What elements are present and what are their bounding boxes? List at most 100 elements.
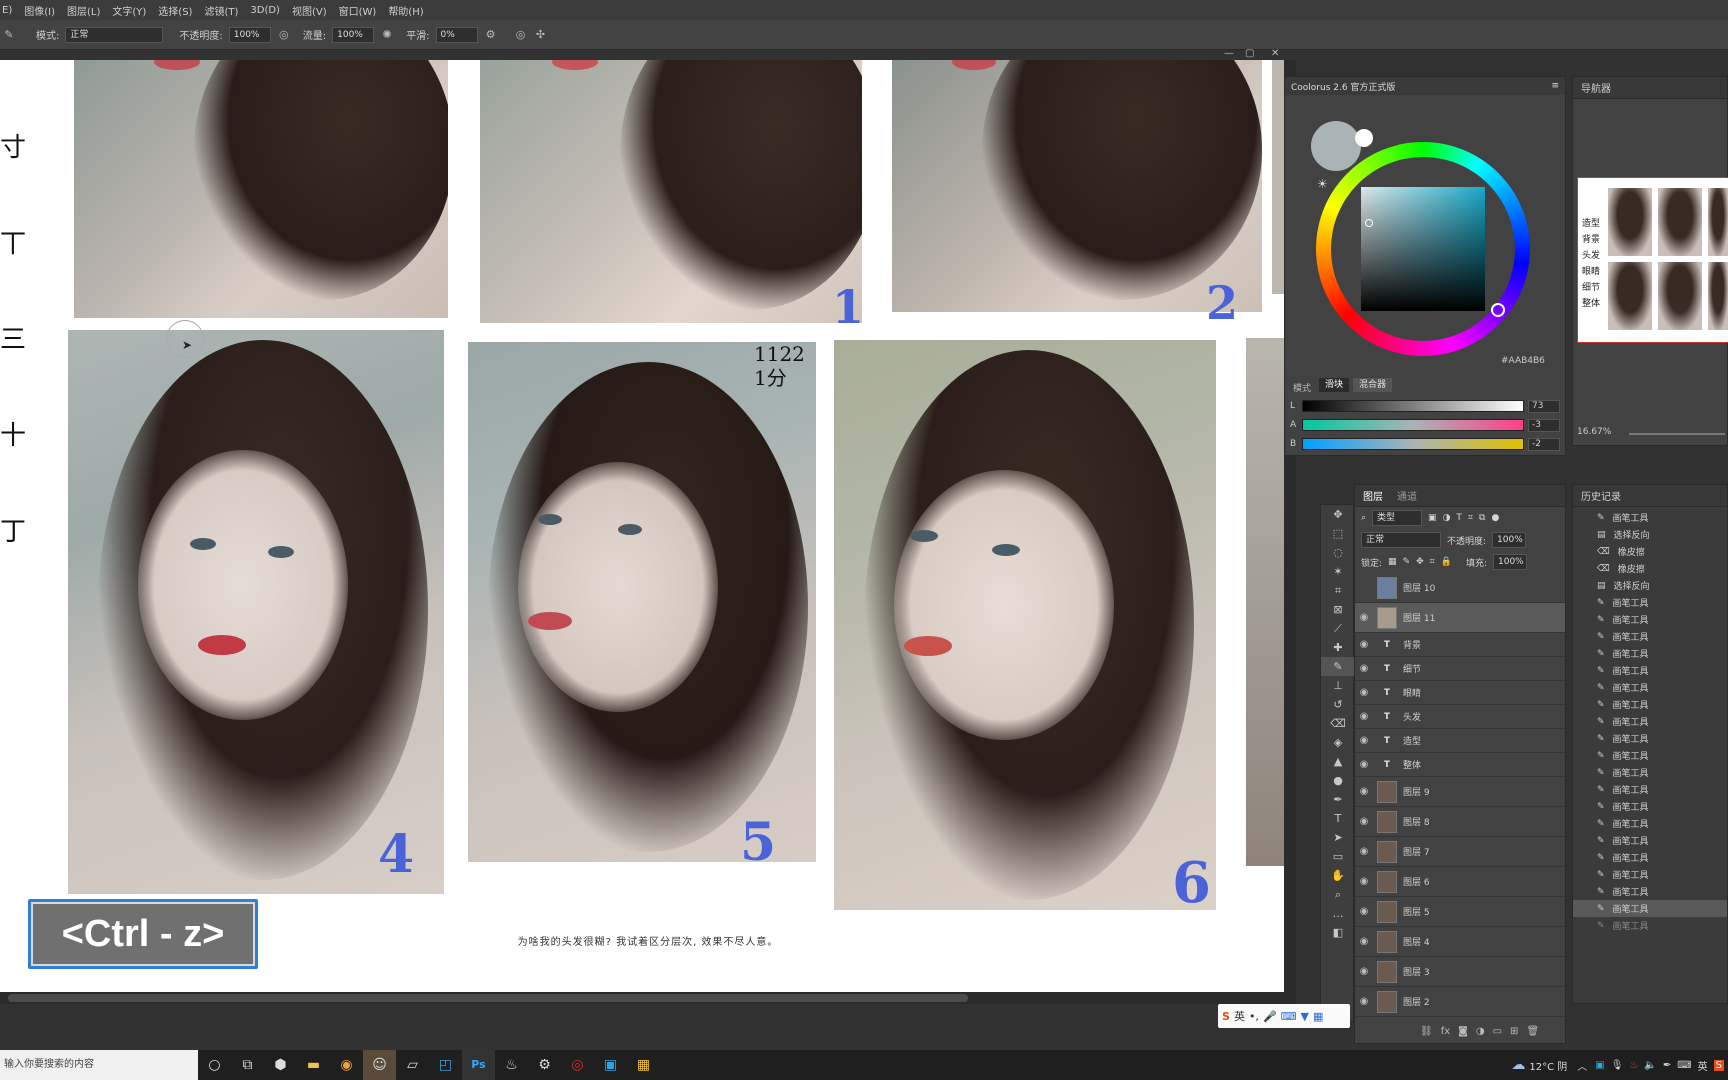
navigator-title[interactable]: 导航器 <box>1581 80 1611 95</box>
layer-row[interactable]: ◉ T 整体 <box>1355 753 1565 777</box>
video-app-icon[interactable]: ▣ <box>594 1050 627 1080</box>
ime-language[interactable]: 英 <box>1234 1008 1245 1024</box>
file-explorer-icon[interactable]: ▬ <box>297 1050 330 1080</box>
layer-row[interactable]: ◉ 图层 11 <box>1355 603 1565 633</box>
eye-icon[interactable]: ◉ <box>1355 786 1373 797</box>
weather-icon[interactable]: ☁ <box>1511 1057 1525 1073</box>
taskbar-search[interactable]: 输入你要搜索的内容 <box>0 1050 198 1080</box>
mask-icon[interactable]: ◙ <box>1458 1026 1468 1042</box>
current-color-swatch[interactable] <box>1311 121 1361 171</box>
opacity-field[interactable]: 100% <box>228 26 271 43</box>
history-title[interactable]: 历史记录 <box>1581 488 1621 503</box>
slider-b-value[interactable]: -2 <box>1528 437 1560 451</box>
trash-icon[interactable]: 🗑 <box>1526 1026 1539 1042</box>
lock-all-icon[interactable]: 🔒 <box>1441 557 1452 567</box>
sun-icon[interactable]: ☀ <box>1317 177 1328 191</box>
layer-row[interactable]: ◉ T 细节 <box>1355 657 1565 681</box>
history-item[interactable]: ✎ 画笔工具 <box>1573 509 1727 526</box>
move-tool-icon[interactable]: ✥ <box>1321 505 1355 524</box>
navigator-zoom[interactable]: 16.67% <box>1577 427 1611 437</box>
filter-toggle-icon[interactable]: ● <box>1491 513 1499 523</box>
microphone-icon[interactable]: 🎤 <box>1263 1010 1277 1023</box>
chrome-icon[interactable]: ◉ <box>330 1050 363 1080</box>
settings-icon[interactable]: ⚙ <box>528 1050 561 1080</box>
tab-layers[interactable]: 图层 <box>1363 488 1383 503</box>
ime-toolbar[interactable]: S 英 •, 🎤 ⌨ ▼ ▦ <box>1218 1004 1350 1028</box>
pen-tool-icon[interactable]: ✒ <box>1321 790 1355 809</box>
punctuation-icon[interactable]: •, <box>1249 1010 1259 1023</box>
filter-search-icon[interactable]: ⌕ <box>1361 513 1366 523</box>
slider-l-value[interactable]: 73 <box>1528 399 1560 413</box>
history-item[interactable]: ✎ 画笔工具 <box>1573 866 1727 883</box>
filter-pixel-icon[interactable]: ▣ <box>1428 513 1437 523</box>
bucket-tool-icon[interactable]: ◈ <box>1321 733 1355 752</box>
eye-icon[interactable]: ◉ <box>1355 996 1373 1007</box>
pressure-opacity-icon[interactable]: ◎ <box>277 28 291 42</box>
lock-pixels-icon[interactable]: ▦ <box>1388 557 1397 567</box>
color-picker-marker[interactable] <box>1365 219 1373 227</box>
navigator-preview[interactable]: 造型 背景 头发 眼睛 细节 整体 <box>1577 177 1728 343</box>
layer-row[interactable]: ◉ 图层 6 <box>1355 867 1565 897</box>
mode-select[interactable]: 正常 <box>65 26 164 43</box>
history-item[interactable]: ✎ 画笔工具 <box>1573 645 1727 662</box>
hue-marker[interactable] <box>1491 303 1505 317</box>
hand-tool-icon[interactable]: ✋ <box>1321 866 1355 885</box>
eye-icon[interactable]: ◉ <box>1355 639 1373 650</box>
marquee-tool-icon[interactable]: ⬚ <box>1321 524 1355 543</box>
navigator-zoom-slider[interactable] <box>1629 433 1725 435</box>
menu-item-filter[interactable]: 滤镜(T) <box>204 3 238 18</box>
menu-item-image[interactable]: 图像(I) <box>24 3 55 18</box>
stamp-tool-icon[interactable]: ⊥ <box>1321 676 1355 695</box>
frame-tool-icon[interactable]: ⊠ <box>1321 600 1355 619</box>
path-select-tool-icon[interactable]: ➤ <box>1321 828 1355 847</box>
layer-row[interactable]: 图层 10 <box>1355 573 1565 603</box>
layer-row[interactable]: ◉ 图层 8 <box>1355 807 1565 837</box>
restore-icon[interactable]: ▢ <box>1245 48 1254 59</box>
zoom-tool-icon[interactable]: ⌕ <box>1321 885 1355 904</box>
app-icon[interactable]: ▱ <box>396 1050 429 1080</box>
tray-pen-icon[interactable]: ✒ <box>1663 1060 1671 1071</box>
layer-row[interactable]: ◉ T 背景 <box>1355 633 1565 657</box>
history-item[interactable]: ✎ 画笔工具 <box>1573 747 1727 764</box>
eye-icon[interactable]: ◉ <box>1355 687 1373 698</box>
netease-music-icon[interactable]: ◎ <box>561 1050 594 1080</box>
blend-mode-select[interactable]: 正常 <box>1361 532 1441 548</box>
history-item[interactable]: ▤ 选择反向 <box>1573 526 1727 543</box>
previous-color-swatch[interactable] <box>1355 129 1373 147</box>
app-icon[interactable]: ⬢ <box>264 1050 297 1080</box>
layer-row[interactable]: ◉ T 眼睛 <box>1355 681 1565 705</box>
symmetry-icon[interactable]: ✣ <box>534 28 548 42</box>
history-item[interactable]: ✎ 画笔工具 <box>1573 611 1727 628</box>
menu-item-type[interactable]: 文字(Y) <box>112 3 146 18</box>
panel-menu-icon[interactable]: ≡ <box>1551 81 1559 91</box>
layer-row[interactable]: ◉ 图层 4 <box>1355 927 1565 957</box>
eye-icon[interactable]: ◉ <box>1355 906 1373 917</box>
more-tools-icon[interactable]: … <box>1321 904 1355 923</box>
tab-slider[interactable]: 滑块 <box>1319 378 1350 392</box>
history-item[interactable]: ✎ 画笔工具 <box>1573 696 1727 713</box>
smooth-field[interactable]: 0% <box>435 26 478 43</box>
filter-adjust-icon[interactable]: ◑ <box>1443 513 1451 523</box>
keyboard-icon[interactable]: ⌨ <box>1281 1010 1297 1023</box>
lasso-tool-icon[interactable]: ◌ <box>1321 543 1355 562</box>
eye-icon[interactable]: ◉ <box>1355 846 1373 857</box>
history-brush-tool-icon[interactable]: ↺ <box>1321 695 1355 714</box>
minimize-icon[interactable]: — <box>1224 48 1234 59</box>
history-item[interactable]: ✎ 画笔工具 <box>1573 900 1727 917</box>
brush-tool-icon[interactable]: ✎ <box>1321 657 1355 676</box>
history-item[interactable]: ⌫ 橡皮擦 <box>1573 560 1727 577</box>
eye-icon[interactable]: ◉ <box>1355 936 1373 947</box>
layer-row[interactable]: ◉ 图层 9 <box>1355 777 1565 807</box>
close-icon[interactable]: ✕ <box>1271 48 1279 59</box>
menu-item-edit[interactable]: E) <box>2 5 12 16</box>
airbrush-icon[interactable]: ✺ <box>380 28 394 42</box>
eye-icon[interactable]: ◉ <box>1355 759 1373 770</box>
magic-wand-tool-icon[interactable]: ✶ <box>1321 562 1355 581</box>
flow-field[interactable]: 100% <box>332 26 375 43</box>
tray-ime-icon[interactable]: ⌨ <box>1677 1060 1691 1071</box>
saturation-value-square[interactable] <box>1361 187 1485 311</box>
menu-item-window[interactable]: 窗口(W) <box>339 3 377 18</box>
eye-icon[interactable]: ◉ <box>1355 735 1373 746</box>
history-item[interactable]: ▤ 选择反向 <box>1573 577 1727 594</box>
tab-mixer[interactable]: 混合器 <box>1353 378 1393 392</box>
